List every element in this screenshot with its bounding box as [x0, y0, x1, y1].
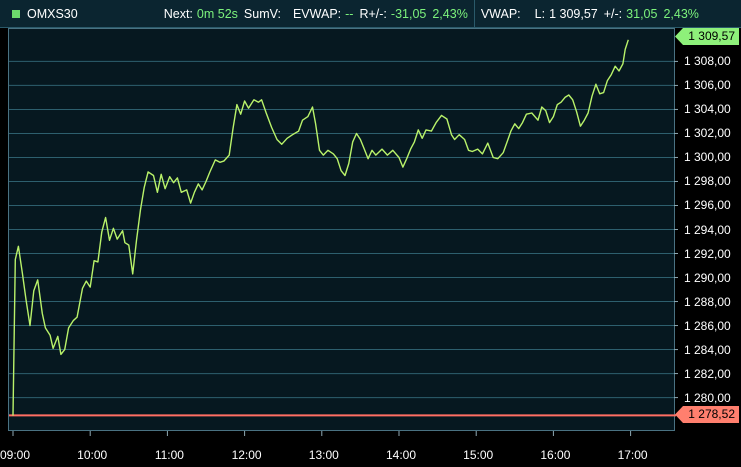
y-tick-label: 1 280,00	[684, 390, 731, 405]
y-tick-label: 1 298,00	[684, 174, 731, 189]
y-tick-label: 1 304,00	[684, 102, 731, 117]
y-tick-label: 1 292,00	[684, 246, 731, 261]
y-tick-label: 1 306,00	[684, 78, 731, 93]
price-chart-svg	[9, 39, 678, 436]
x-tick-label: 10:00	[77, 448, 108, 462]
y-tick-label: 1 302,00	[684, 126, 731, 141]
y-tick-label: 1 282,00	[684, 366, 731, 381]
y-tick-label: 1 290,00	[684, 270, 731, 285]
x-tick-label: 16:00	[540, 448, 571, 462]
y-tick-label: 1 296,00	[684, 198, 731, 213]
x-tick-label: 12:00	[231, 448, 262, 462]
y-tick-label: 1 288,00	[684, 294, 731, 309]
y-tick-label: 1 300,00	[684, 150, 731, 165]
y-tick-label: 1 286,00	[684, 318, 731, 333]
prev-close-tag: 1 278,52	[675, 406, 739, 423]
grid-lines	[9, 60, 678, 399]
x-tick-label: 17:00	[617, 448, 648, 462]
last-price-tag: 1 309,57	[675, 28, 739, 45]
x-tick-label: 13:00	[308, 448, 339, 462]
x-tick-label: 11:00	[154, 448, 184, 462]
x-tick-label: 15:00	[463, 448, 494, 462]
price-series-line	[12, 39, 629, 416]
x-tick-label: 09:00	[0, 448, 31, 462]
x-tick-marks	[12, 431, 632, 436]
y-tick-label: 1 284,00	[684, 342, 731, 357]
x-tick-label: 14:00	[385, 448, 417, 462]
y-tick-label: 1 294,00	[684, 222, 731, 237]
y-tick-label: 1 308,00	[684, 54, 731, 69]
